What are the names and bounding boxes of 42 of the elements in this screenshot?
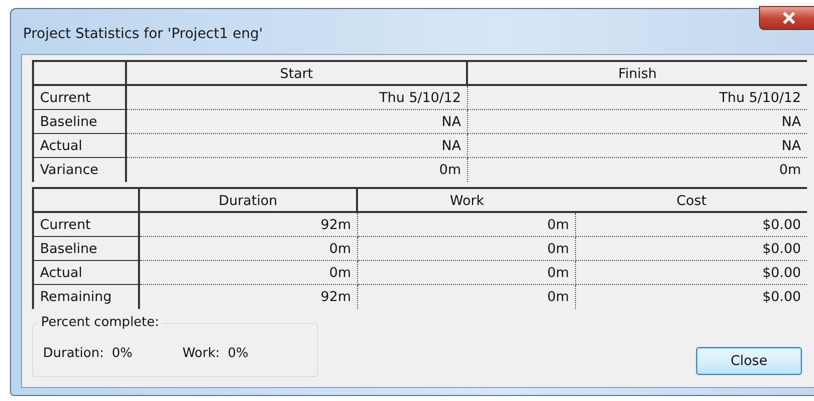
table-cell: 0m bbox=[358, 237, 576, 261]
stat-value: 0% bbox=[228, 346, 248, 361]
row-label: Variance bbox=[34, 158, 127, 182]
stat-label: Duration: bbox=[43, 346, 104, 361]
table-cell: 92m bbox=[140, 285, 358, 309]
table-cell: NA bbox=[127, 134, 468, 158]
row-label: Current bbox=[34, 213, 140, 237]
table-cell: $0.00 bbox=[576, 261, 807, 285]
table-cell: Thu 5/10/12 bbox=[468, 86, 807, 110]
row-label: Baseline bbox=[34, 110, 127, 134]
column-header: Cost bbox=[576, 189, 807, 213]
table-cell: Thu 5/10/12 bbox=[127, 86, 468, 110]
column-header: Duration bbox=[140, 189, 358, 213]
stat-label: Work: bbox=[182, 346, 220, 361]
close-button[interactable]: Close bbox=[696, 347, 802, 375]
table-cell: NA bbox=[468, 134, 807, 158]
table-cell: 0m bbox=[358, 213, 576, 237]
window-title: Project Statistics for 'Project1 eng' bbox=[22, 24, 263, 42]
table-cell: 92m bbox=[140, 213, 358, 237]
column-header: Finish bbox=[468, 62, 807, 86]
row-label: Current bbox=[34, 86, 127, 110]
table-cell: NA bbox=[127, 110, 468, 134]
table-cell: $0.00 bbox=[576, 237, 807, 261]
row-label: Baseline bbox=[34, 237, 140, 261]
table-cell: 0m bbox=[127, 158, 468, 182]
group-title: Percent complete: bbox=[38, 315, 162, 330]
table-cell: NA bbox=[468, 110, 807, 134]
table-cell-text: 0m bbox=[778, 161, 802, 180]
column-header: Work bbox=[358, 189, 576, 213]
column-header: Start bbox=[127, 62, 468, 86]
close-window-button[interactable] bbox=[759, 6, 814, 30]
table-cell: 0m bbox=[358, 261, 576, 285]
table-cell: 0m bbox=[358, 285, 576, 309]
close-icon bbox=[782, 12, 796, 24]
row-label: Actual bbox=[34, 261, 140, 285]
table-cell-text: $0.00 bbox=[761, 288, 802, 307]
table-cell: $0.00 bbox=[576, 213, 807, 237]
table-cell: 0m bbox=[140, 237, 358, 261]
stat-value: 0% bbox=[112, 346, 132, 361]
row-label: Actual bbox=[34, 134, 127, 158]
row-label: Remaining bbox=[34, 285, 140, 309]
table-cell: 0m bbox=[140, 261, 358, 285]
